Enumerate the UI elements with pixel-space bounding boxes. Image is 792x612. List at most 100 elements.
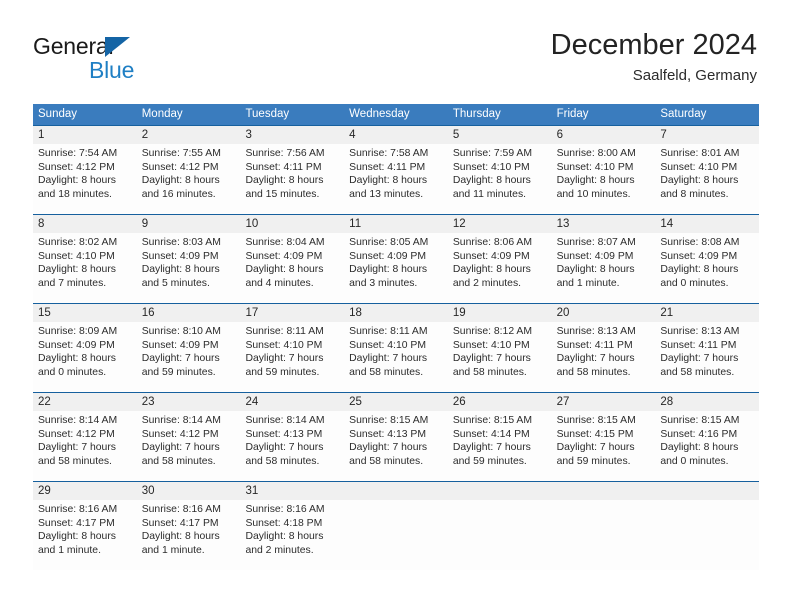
day-cell[interactable]: Sunrise: 8:16 AM Sunset: 4:18 PM Dayligh… — [240, 500, 344, 570]
daylight-text: Daylight: 7 hours — [452, 353, 531, 365]
daylight-text-cont: and 13 minutes. — [349, 188, 424, 200]
day-number[interactable]: 30 — [137, 482, 241, 500]
day-number[interactable]: 1 — [33, 126, 137, 144]
daylight-text-cont: and 2 minutes. — [245, 544, 314, 556]
day-number[interactable]: 4 — [344, 126, 448, 144]
day-cell[interactable]: Sunrise: 8:14 AM Sunset: 4:12 PM Dayligh… — [33, 411, 137, 481]
day-cell[interactable]: Sunrise: 8:13 AM Sunset: 4:11 PM Dayligh… — [655, 322, 759, 392]
daylight-text: Daylight: 8 hours — [556, 264, 635, 276]
day-number[interactable]: 7 — [655, 126, 759, 144]
sunrise-text: Sunrise: 8:05 AM — [349, 237, 429, 248]
daylight-text-cont: and 1 minute. — [141, 544, 205, 556]
daylight-text-cont: and 8 minutes. — [660, 188, 729, 200]
day-number[interactable]: 29 — [33, 482, 137, 500]
day-number[interactable]: 21 — [655, 304, 759, 322]
daylight-text-cont: and 59 minutes. — [556, 455, 631, 467]
daylight-text-cont: and 58 minutes. — [452, 366, 527, 378]
day-cell[interactable]: Sunrise: 8:13 AM Sunset: 4:11 PM Dayligh… — [552, 322, 656, 392]
day-cell[interactable]: Sunrise: 8:14 AM Sunset: 4:13 PM Dayligh… — [240, 411, 344, 481]
day-cell[interactable]: Sunrise: 7:55 AM Sunset: 4:12 PM Dayligh… — [137, 144, 241, 214]
day-number[interactable]: 23 — [137, 393, 241, 411]
day-number[interactable]: 6 — [552, 126, 656, 144]
day-number[interactable]: 26 — [448, 393, 552, 411]
day-number[interactable]: 12 — [448, 215, 552, 233]
daylight-text: Daylight: 8 hours — [38, 353, 116, 365]
day-number[interactable]: 18 — [344, 304, 448, 322]
day-cell[interactable]: Sunrise: 8:01 AM Sunset: 4:10 PM Dayligh… — [655, 144, 759, 214]
sunset-text: Sunset: 4:11 PM — [245, 161, 322, 173]
daylight-text: Daylight: 7 hours — [245, 353, 324, 365]
daylight-text: Daylight: 8 hours — [245, 175, 324, 187]
day-cell[interactable]: Sunrise: 8:09 AM Sunset: 4:09 PM Dayligh… — [33, 322, 137, 392]
daylight-text: Daylight: 7 hours — [349, 442, 428, 454]
daylight-text: Daylight: 8 hours — [141, 264, 220, 276]
calendar-week-row: 29 30 31 Sunrise: 8:16 AM Sunset: 4:17 P… — [33, 481, 759, 570]
daylight-text-cont: and 15 minutes. — [245, 188, 320, 200]
daylight-text-cont: and 11 minutes. — [452, 188, 527, 200]
day-cell[interactable]: Sunrise: 8:15 AM Sunset: 4:15 PM Dayligh… — [552, 411, 656, 481]
day-cell[interactable]: Sunrise: 8:00 AM Sunset: 4:10 PM Dayligh… — [552, 144, 656, 214]
daylight-text: Daylight: 8 hours — [452, 175, 531, 187]
daylight-text: Daylight: 8 hours — [38, 264, 116, 276]
sunset-text: Sunset: 4:09 PM — [349, 250, 426, 262]
sunrise-text: Sunrise: 8:02 AM — [38, 237, 118, 248]
day-cell[interactable]: Sunrise: 8:11 AM Sunset: 4:10 PM Dayligh… — [344, 322, 448, 392]
day-number[interactable]: 8 — [33, 215, 137, 233]
daylight-text: Daylight: 8 hours — [349, 264, 428, 276]
day-number[interactable]: 2 — [137, 126, 241, 144]
daylight-text: Daylight: 8 hours — [660, 442, 739, 454]
day-cell[interactable]: Sunrise: 8:12 AM Sunset: 4:10 PM Dayligh… — [448, 322, 552, 392]
day-cell[interactable]: Sunrise: 7:56 AM Sunset: 4:11 PM Dayligh… — [240, 144, 344, 214]
day-cell[interactable]: Sunrise: 8:16 AM Sunset: 4:17 PM Dayligh… — [33, 500, 137, 570]
day-number[interactable]: 27 — [552, 393, 656, 411]
daylight-text: Daylight: 8 hours — [38, 531, 116, 543]
day-cell[interactable]: Sunrise: 8:04 AM Sunset: 4:09 PM Dayligh… — [240, 233, 344, 303]
day-number[interactable]: 17 — [240, 304, 344, 322]
sunrise-text: Sunrise: 8:15 AM — [660, 415, 740, 426]
daylight-text-cont: and 5 minutes. — [141, 277, 210, 289]
day-cell[interactable]: Sunrise: 8:03 AM Sunset: 4:09 PM Dayligh… — [137, 233, 241, 303]
sunrise-text: Sunrise: 8:14 AM — [141, 415, 221, 426]
sunset-text: Sunset: 4:13 PM — [245, 428, 323, 440]
day-number[interactable]: 14 — [655, 215, 759, 233]
day-number[interactable]: 24 — [240, 393, 344, 411]
day-cell[interactable]: Sunrise: 8:15 AM Sunset: 4:16 PM Dayligh… — [655, 411, 759, 481]
day-number[interactable]: 13 — [552, 215, 656, 233]
sunrise-text: Sunrise: 8:09 AM — [38, 326, 118, 337]
day-cell[interactable]: Sunrise: 8:10 AM Sunset: 4:09 PM Dayligh… — [137, 322, 241, 392]
sunset-text: Sunset: 4:10 PM — [452, 339, 530, 351]
day-number[interactable]: 11 — [344, 215, 448, 233]
sunset-text: Sunset: 4:17 PM — [38, 517, 115, 529]
day-cell[interactable]: Sunrise: 7:58 AM Sunset: 4:11 PM Dayligh… — [344, 144, 448, 214]
day-number[interactable]: 22 — [33, 393, 137, 411]
day-cell[interactable]: Sunrise: 7:59 AM Sunset: 4:10 PM Dayligh… — [448, 144, 552, 214]
day-number[interactable]: 16 — [137, 304, 241, 322]
day-number[interactable]: 28 — [655, 393, 759, 411]
day-cell[interactable]: Sunrise: 8:06 AM Sunset: 4:09 PM Dayligh… — [448, 233, 552, 303]
day-number[interactable]: 20 — [552, 304, 656, 322]
sunset-text: Sunset: 4:09 PM — [38, 339, 115, 351]
day-cell[interactable]: Sunrise: 8:11 AM Sunset: 4:10 PM Dayligh… — [240, 322, 344, 392]
daylight-text: Daylight: 8 hours — [141, 531, 220, 543]
day-cell[interactable]: Sunrise: 8:05 AM Sunset: 4:09 PM Dayligh… — [344, 233, 448, 303]
daylight-text-cont: and 7 minutes. — [38, 277, 107, 289]
day-cell[interactable]: Sunrise: 8:07 AM Sunset: 4:09 PM Dayligh… — [552, 233, 656, 303]
day-cell[interactable]: Sunrise: 8:15 AM Sunset: 4:14 PM Dayligh… — [448, 411, 552, 481]
day-number[interactable]: 9 — [137, 215, 241, 233]
day-cell[interactable]: Sunrise: 8:16 AM Sunset: 4:17 PM Dayligh… — [137, 500, 241, 570]
sunset-text: Sunset: 4:13 PM — [349, 428, 426, 440]
general-blue-logo[interactable]: General Blue — [33, 33, 253, 89]
day-cell[interactable]: Sunrise: 8:15 AM Sunset: 4:13 PM Dayligh… — [344, 411, 448, 481]
day-cell[interactable]: Sunrise: 8:14 AM Sunset: 4:12 PM Dayligh… — [137, 411, 241, 481]
day-number[interactable]: 31 — [240, 482, 344, 500]
day-cell[interactable]: Sunrise: 7:54 AM Sunset: 4:12 PM Dayligh… — [33, 144, 137, 214]
day-number[interactable]: 25 — [344, 393, 448, 411]
day-cell[interactable]: Sunrise: 8:08 AM Sunset: 4:09 PM Dayligh… — [655, 233, 759, 303]
day-number[interactable]: 15 — [33, 304, 137, 322]
day-number[interactable]: 5 — [448, 126, 552, 144]
day-number[interactable]: 19 — [448, 304, 552, 322]
day-cell[interactable]: Sunrise: 8:02 AM Sunset: 4:10 PM Dayligh… — [33, 233, 137, 303]
day-number[interactable]: 3 — [240, 126, 344, 144]
sunset-text: Sunset: 4:11 PM — [660, 339, 737, 351]
day-number[interactable]: 10 — [240, 215, 344, 233]
